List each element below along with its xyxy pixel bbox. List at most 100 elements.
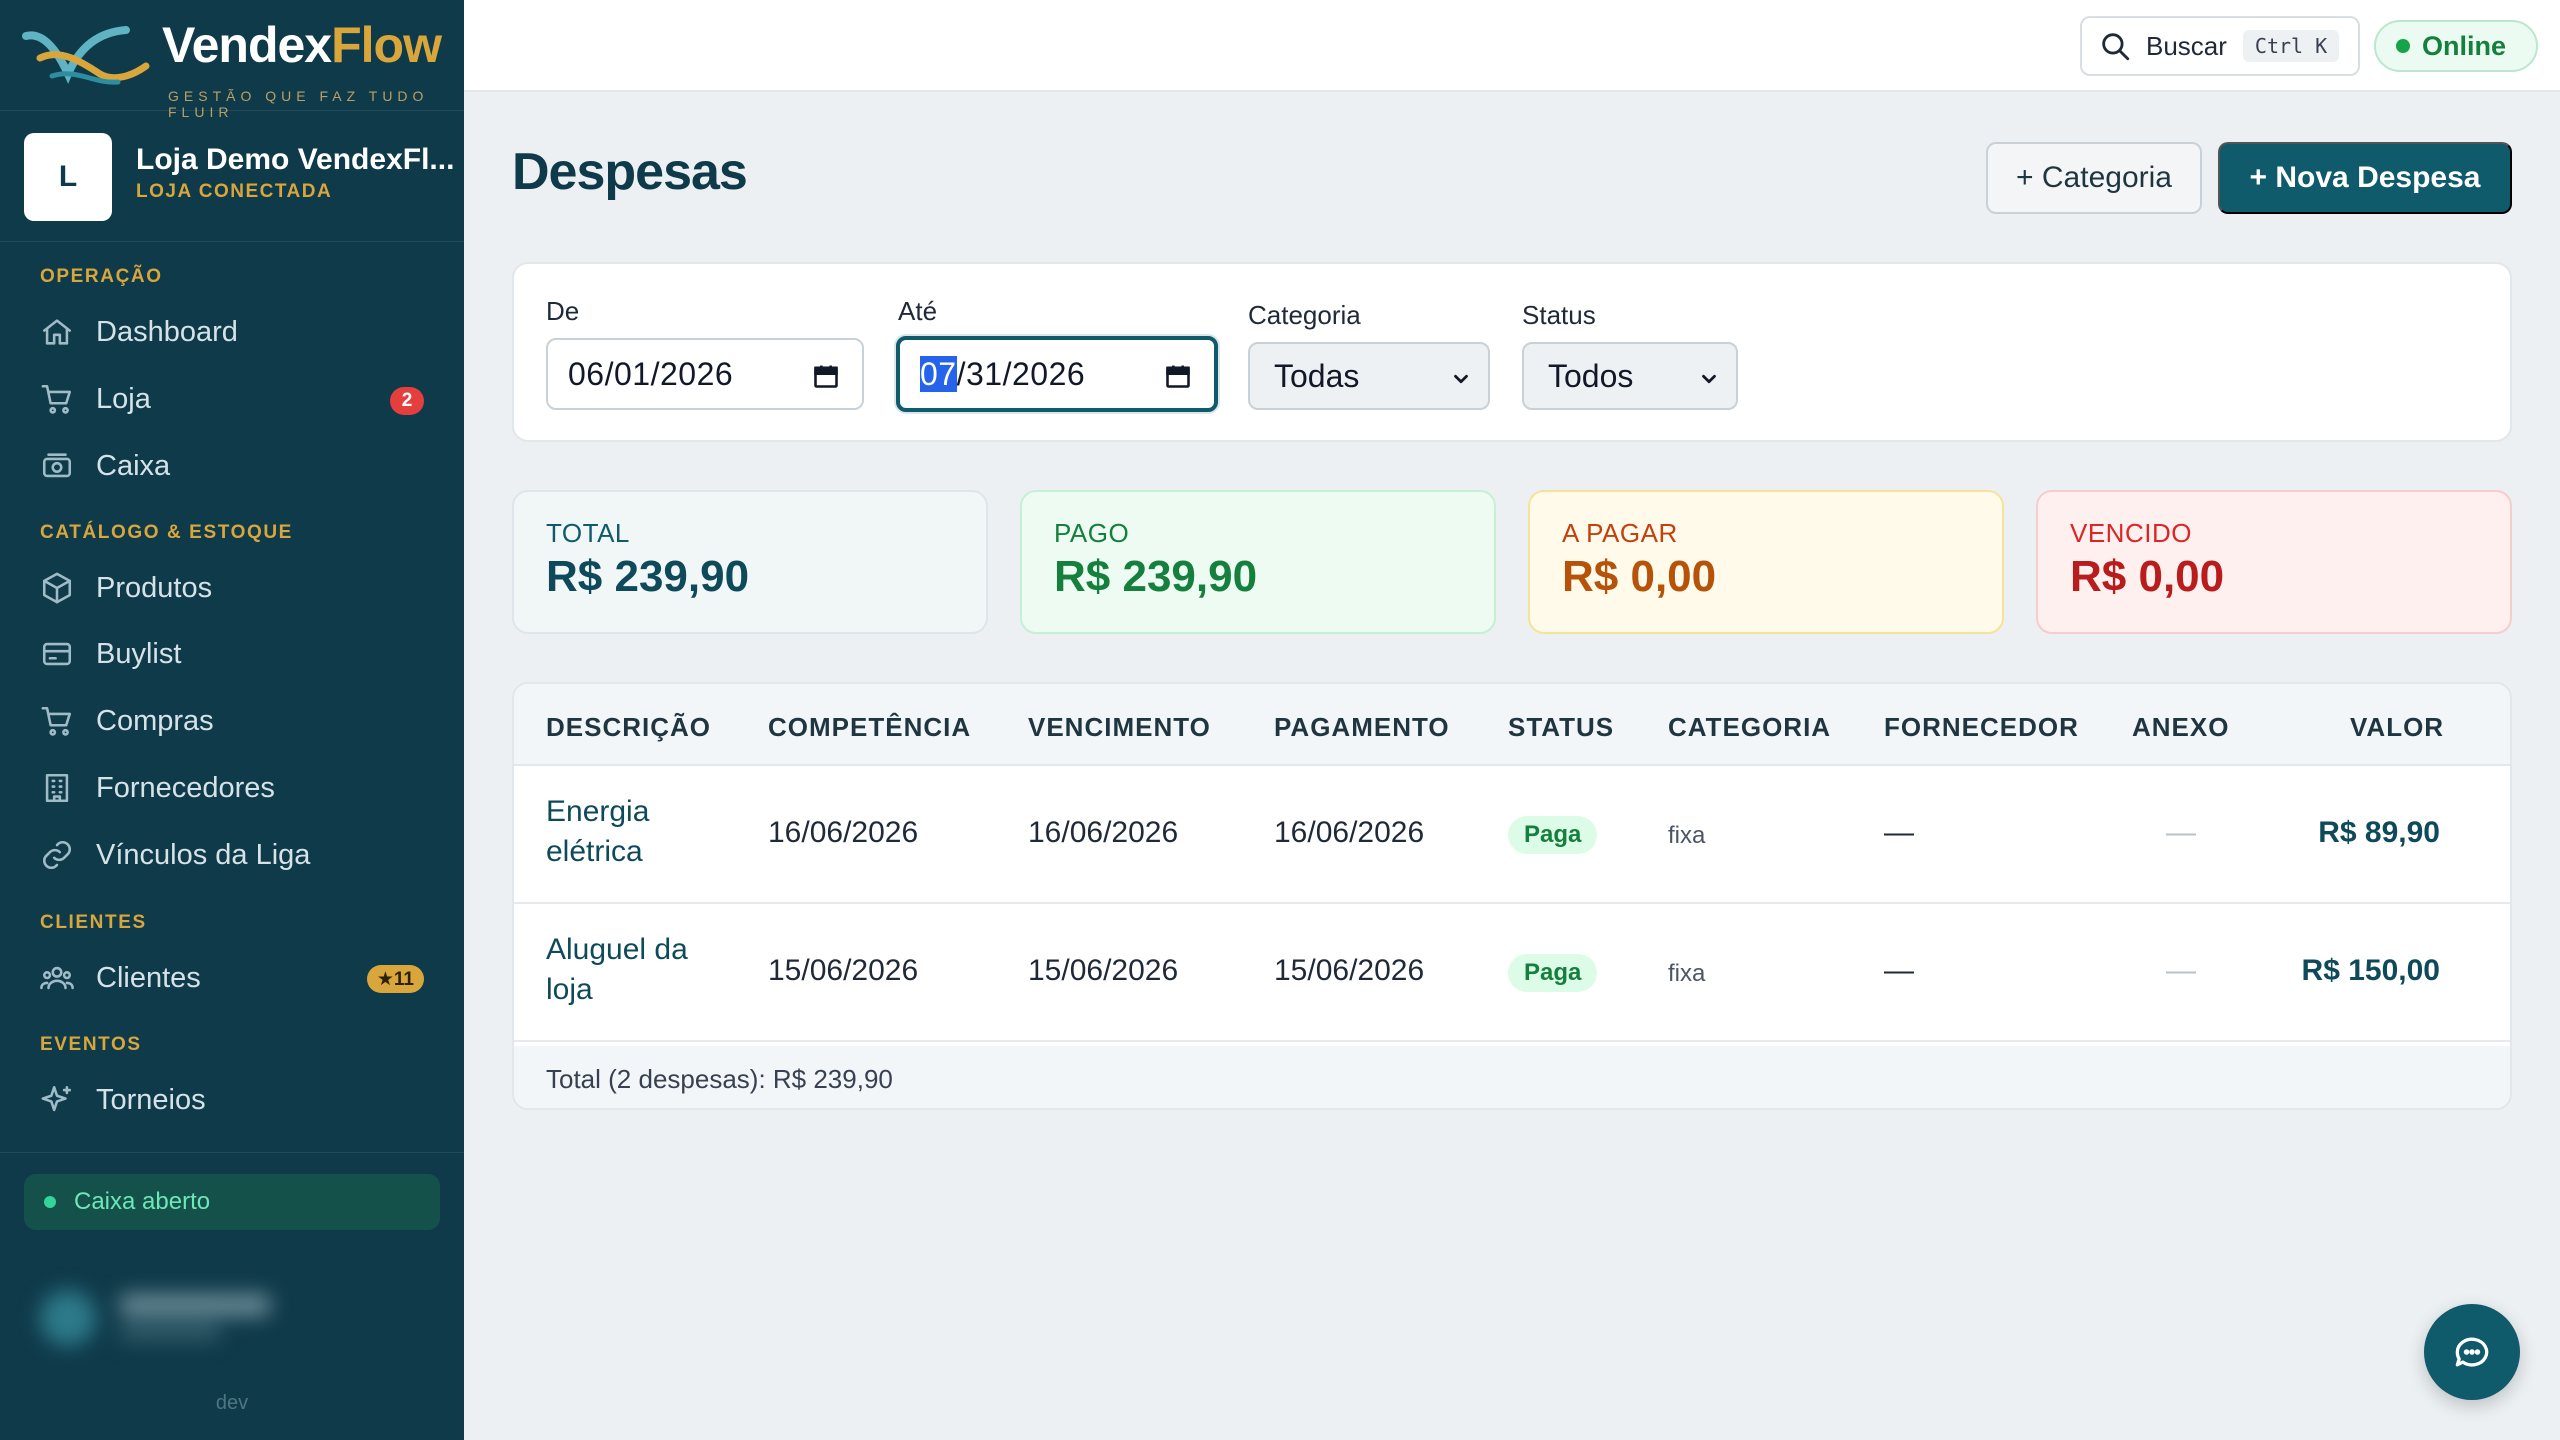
user-profile-blurred[interactable] <box>30 1280 410 1350</box>
category-filter-value: Todas <box>1274 357 1360 394</box>
summary-label: VENCIDO <box>2070 518 2192 548</box>
new-expense-button[interactable]: + Nova Despesa <box>2218 142 2512 214</box>
summary-value: R$ 0,00 <box>1562 552 1717 601</box>
environment-label: dev <box>215 1392 249 1414</box>
due-date: 15/06/2026 <box>1028 954 1179 987</box>
home-icon <box>42 319 72 345</box>
section-title-clientes: CLIENTES <box>40 912 147 933</box>
summary-label: TOTAL <box>546 518 630 548</box>
to-date-rest: /31/2026 <box>956 355 1086 392</box>
keyboard-shortcut: Ctrl K <box>2242 30 2340 62</box>
store-name: Loja Demo VendexFl... <box>136 143 455 176</box>
sidebar-item-dashboard[interactable]: Dashboard <box>24 304 444 360</box>
column-header-categoria[interactable]: CATEGORIA <box>1668 712 1831 743</box>
sidebar-item-caixa[interactable]: Caixa <box>24 438 444 494</box>
summary-card-total: TOTAL R$ 239,90 <box>512 490 988 634</box>
sidebar-item-buylist[interactable]: Buylist <box>24 626 444 682</box>
payment-date: 15/06/2026 <box>1274 954 1425 987</box>
chat-bubble-icon <box>2455 1337 2489 1367</box>
sparkle-icon <box>41 1085 72 1112</box>
chevron-down-icon <box>1454 374 1468 384</box>
table-row[interactable]: Energia elétrica 16/06/2026 16/06/2026 16… <box>514 766 2510 904</box>
global-search-button[interactable]: Buscar Ctrl K <box>2080 16 2360 76</box>
sidebar-item-label: Loja <box>96 382 151 415</box>
to-date-month-selected: 07 <box>920 355 957 392</box>
sidebar-item-label: Produtos <box>96 571 213 604</box>
category-filter-select[interactable]: Todas <box>1248 342 1490 410</box>
expense-description[interactable]: Aluguel da loja <box>546 930 746 1010</box>
summary-label: A PAGAR <box>1562 518 1678 548</box>
sidebar-divider <box>0 1152 464 1153</box>
users-icon <box>40 966 74 990</box>
sidebar-item-label: Fornecedores <box>96 771 275 804</box>
top-bar: Buscar Ctrl K Online <box>464 0 2560 92</box>
category-value: fixa <box>1668 822 1706 849</box>
card-icon <box>42 642 72 666</box>
sidebar-item-torneios[interactable]: Torneios <box>24 1072 444 1128</box>
to-date-input[interactable]: 07/31/2026 <box>896 336 1218 412</box>
cash-status-indicator[interactable]: Caixa aberto <box>24 1174 440 1230</box>
column-header-descricao[interactable]: DESCRIÇÃO <box>546 712 711 743</box>
summary-label: PAGO <box>1054 518 1130 548</box>
section-title-eventos: EVENTOS <box>40 1034 142 1055</box>
supplier-value: — <box>1884 816 1914 849</box>
to-date-label: Até <box>898 296 938 326</box>
status-dot-icon <box>44 1196 56 1208</box>
column-header-anexo[interactable]: ANEXO <box>2132 712 2229 743</box>
sidebar-item-clientes[interactable]: Clientes ★11 <box>24 950 444 1006</box>
calendar-icon[interactable] <box>812 362 840 390</box>
section-title-catalogo: CATÁLOGO & ESTOQUE <box>40 522 293 543</box>
expenses-table: DESCRIÇÃO COMPETÊNCIA VENCIMENTO PAGAMEN… <box>512 682 2512 1110</box>
category-filter-label: Categoria <box>1248 300 1361 330</box>
expense-amount: R$ 89,90 <box>2318 816 2440 849</box>
sidebar-item-fornecedores[interactable]: Fornecedores <box>24 760 444 816</box>
sidebar-item-label: Vínculos da Liga <box>96 838 311 871</box>
table-header: DESCRIÇÃO COMPETÊNCIA VENCIMENTO PAGAMEN… <box>514 684 2510 766</box>
from-date-label: De <box>546 296 580 326</box>
status-filter-select[interactable]: Todos <box>1522 342 1738 410</box>
sidebar-item-vinculos-da-liga[interactable]: Vínculos da Liga <box>24 827 444 883</box>
sidebar: VendexFlow GESTÃO QUE FAZ TUDO FLUIR L L… <box>0 0 464 1440</box>
column-header-pagamento[interactable]: PAGAMENTO <box>1274 712 1450 743</box>
status-dot-icon <box>2396 39 2410 53</box>
box-icon <box>42 572 72 604</box>
column-header-valor[interactable]: VALOR <box>2350 712 2444 743</box>
add-category-button[interactable]: + Categoria <box>1986 142 2202 214</box>
expense-description[interactable]: Energia elétrica <box>546 792 746 872</box>
competence-date: 16/06/2026 <box>768 816 919 849</box>
chat-support-button[interactable] <box>2424 1304 2520 1400</box>
payment-date: 16/06/2026 <box>1274 816 1425 849</box>
column-header-vencimento[interactable]: VENCIMENTO <box>1028 712 1211 743</box>
brand-logo[interactable]: VendexFlow GESTÃO QUE FAZ TUDO FLUIR <box>22 14 452 120</box>
calendar-icon[interactable] <box>1164 362 1192 390</box>
building-icon <box>45 773 69 803</box>
store-connection-status: LOJA CONECTADA <box>136 181 333 202</box>
summary-card-overdue: VENCIDO R$ 0,00 <box>2036 490 2512 634</box>
attachment-value: — <box>2166 954 2196 987</box>
sidebar-item-produtos[interactable]: Produtos <box>24 560 444 616</box>
expense-amount: R$ 150,00 <box>2301 954 2440 987</box>
summary-value: R$ 0,00 <box>2070 552 2225 601</box>
competence-date: 15/06/2026 <box>768 954 919 987</box>
column-header-status[interactable]: STATUS <box>1508 712 1614 743</box>
section-title-operacao: OPERAÇÃO <box>40 266 163 287</box>
sidebar-item-label: Torneios <box>96 1083 206 1116</box>
column-header-competencia[interactable]: COMPETÊNCIA <box>768 712 971 743</box>
page-title: Despesas <box>512 143 748 201</box>
table-total-summary: Total (2 despesas): R$ 239,90 <box>546 1064 893 1094</box>
sidebar-item-loja[interactable]: Loja 2 <box>24 371 444 427</box>
loyalty-badge: ★11 <box>366 965 424 993</box>
column-header-fornecedor[interactable]: FORNECEDOR <box>1884 712 2079 743</box>
from-date-value: 06/01/2026 <box>568 355 734 392</box>
summary-card-to-pay: A PAGAR R$ 0,00 <box>1528 490 2004 634</box>
from-date-input[interactable]: 06/01/2026 <box>546 338 864 410</box>
table-footer: Total (2 despesas): R$ 239,90 <box>514 1046 2510 1108</box>
due-date: 16/06/2026 <box>1028 816 1179 849</box>
table-row[interactable]: Aluguel da loja 15/06/2026 15/06/2026 15/… <box>514 904 2510 1042</box>
attachment-value: — <box>2166 816 2196 849</box>
store-switcher[interactable]: L Loja Demo VendexFl... LOJA CONECTADA <box>0 110 464 242</box>
search-icon <box>2102 33 2130 61</box>
sidebar-item-compras[interactable]: Compras <box>24 693 444 749</box>
cart-icon <box>41 706 72 736</box>
sidebar-item-label: Caixa <box>96 449 171 482</box>
